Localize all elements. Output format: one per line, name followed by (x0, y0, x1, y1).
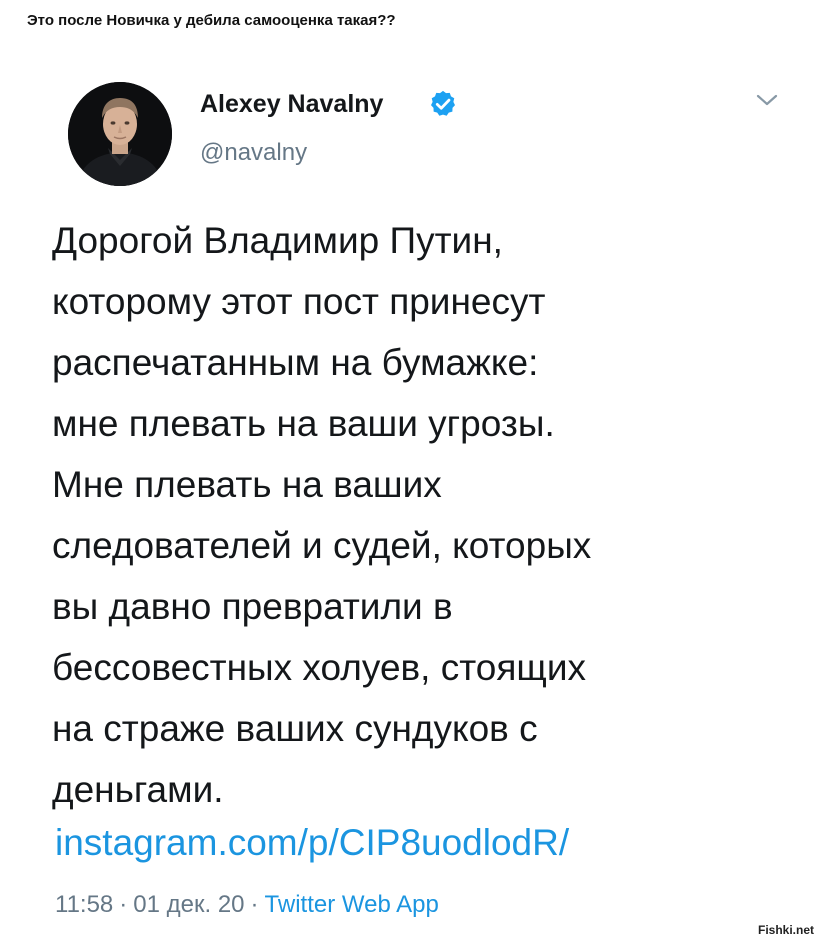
tweet-source-link[interactable]: Twitter Web App (265, 891, 439, 918)
tweet-card: Alexey Navalny @navalny Дорогой Владимир… (0, 44, 820, 939)
avatar-photo (68, 82, 172, 186)
post-title: Это после Новичка у дебила самооценка та… (27, 12, 396, 29)
tweet-text-line: бессовестных холуев, стоящих (52, 647, 586, 688)
meta-separator: · (250, 891, 259, 918)
tweet-meta: 11:58 · 01 дек. 20 · Twitter Web App (55, 890, 439, 920)
tweet-text-line: которому этот пост принесут (52, 281, 546, 322)
tweet-date[interactable]: 01 дек. 20 (133, 891, 244, 918)
tweet-time[interactable]: 11:58 (55, 891, 113, 918)
tweet-text-line: мне плевать на ваши угрозы. (52, 403, 555, 444)
author-handle[interactable]: @navalny (200, 139, 307, 167)
tweet-text-line: следователей и судей, которых (52, 525, 592, 566)
chevron-down-icon[interactable] (752, 90, 782, 110)
watermark: Fishki.net (757, 923, 814, 937)
tweet-text-line: Дорогой Владимир Путин, (52, 220, 503, 261)
tweet-text-line: деньгами. (52, 769, 224, 810)
meta-separator: · (119, 891, 128, 918)
verified-badge-icon (431, 90, 455, 116)
instagram-link[interactable]: instagram.com/p/CIP8uodlodR/ (55, 819, 569, 867)
tweet-text-line: вы давно превратили в (52, 586, 453, 627)
author-name[interactable]: Alexey Navalny (200, 90, 383, 119)
avatar[interactable] (68, 82, 172, 186)
tweet-text: Дорогой Владимир Путин, которому этот по… (52, 210, 792, 820)
tweet-text-line: на страже ваших сундуков с (52, 708, 538, 749)
tweet-text-line: распечатанным на бумажке: (52, 342, 539, 383)
tweet-text-line: Мне плевать на ваших (52, 464, 442, 505)
